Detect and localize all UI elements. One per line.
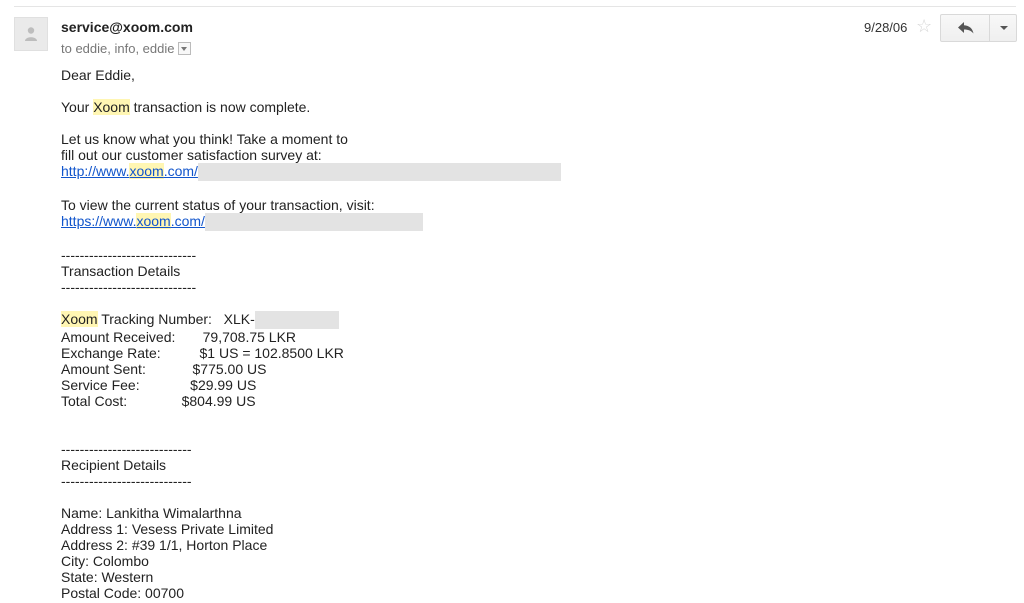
greeting: Dear Eddie, <box>61 67 135 83</box>
recipient-city: City: Colombo <box>61 553 149 569</box>
reply-arrow-icon <box>958 22 974 34</box>
survey-link-suffix: .com/ <box>163 163 198 179</box>
message-date: 9/28/06 <box>864 20 908 35</box>
divider-line: ---------------------------- <box>61 473 192 489</box>
status-line: To view the current status of your trans… <box>61 197 375 213</box>
transaction-heading: Transaction Details <box>61 263 181 279</box>
recipient-state: State: Western <box>61 569 154 585</box>
message-body: Dear Eddie, Your Xoom transaction is now… <box>61 67 961 601</box>
recipient-address-2: Address 2: #39 1/1, Horton Place <box>61 537 268 553</box>
status-link[interactable]: https://www.xoom.com/ <box>61 213 205 229</box>
redacted-block <box>254 311 339 329</box>
survey-link-domain: xoom <box>129 163 164 179</box>
redacted-block <box>204 213 423 231</box>
completion-prefix: Your <box>61 99 94 115</box>
survey-link[interactable]: http://www.xoom.com/ <box>61 163 198 179</box>
brand-highlight: Xoom <box>61 311 98 327</box>
completion-line: Your Xoom transaction is now complete. <box>61 99 961 115</box>
exchange-rate-row: Exchange Rate: $1 US = 102.8500 LKR <box>61 345 344 361</box>
completion-suffix: transaction is now complete. <box>129 99 311 115</box>
survey-link-prefix: http://www. <box>61 163 130 179</box>
divider-line: ----------------------------- <box>61 247 197 263</box>
status-link-suffix: .com/ <box>170 213 205 229</box>
tracking-label: Tracking Number: XLK- <box>97 311 255 327</box>
star-icon[interactable]: ☆ <box>916 16 932 37</box>
reply-button[interactable] <box>940 14 990 42</box>
recipient-name: Name: Lankitha Wimalarthna <box>61 505 242 521</box>
amount-received-row: Amount Received: 79,708.75 LKR <box>61 329 297 345</box>
avatar <box>14 17 48 51</box>
survey-link-row: http://www.xoom.com/ <box>61 163 961 181</box>
divider-line: ----------------------------- <box>61 279 197 295</box>
divider-line: ---------------------------- <box>61 441 192 457</box>
amount-sent-row: Amount Sent: $775.00 US <box>61 361 267 377</box>
recipient-heading: Recipient Details <box>61 457 167 473</box>
status-link-prefix: https://www. <box>61 213 137 229</box>
recipient-address-1: Address 1: Vesess Private Limited <box>61 521 274 537</box>
survey-line-1: Let us know what you think! Take a momen… <box>61 131 348 147</box>
brand-highlight: Xoom <box>93 99 130 115</box>
recipients: to eddie, info, eddie <box>61 41 192 56</box>
status-link-domain: xoom <box>136 213 171 229</box>
header-divider <box>14 6 1016 7</box>
total-cost-row: Total Cost: $804.99 US <box>61 393 256 409</box>
more-actions-button[interactable] <box>989 14 1017 42</box>
recipient-postal-code: Postal Code: 00700 <box>61 585 184 601</box>
tracking-row: Xoom Tracking Number: XLK- <box>61 311 961 329</box>
status-link-row: https://www.xoom.com/ <box>61 213 961 231</box>
survey-line-2: fill out our customer satisfaction surve… <box>61 147 322 163</box>
person-icon <box>25 27 37 41</box>
service-fee-row: Service Fee: $29.99 US <box>61 377 257 393</box>
recipients-details-dropdown[interactable] <box>178 42 192 56</box>
sender-address[interactable]: service@xoom.com <box>61 19 193 35</box>
recipients-text: to eddie, info, eddie <box>61 41 175 56</box>
redacted-block <box>197 163 561 181</box>
